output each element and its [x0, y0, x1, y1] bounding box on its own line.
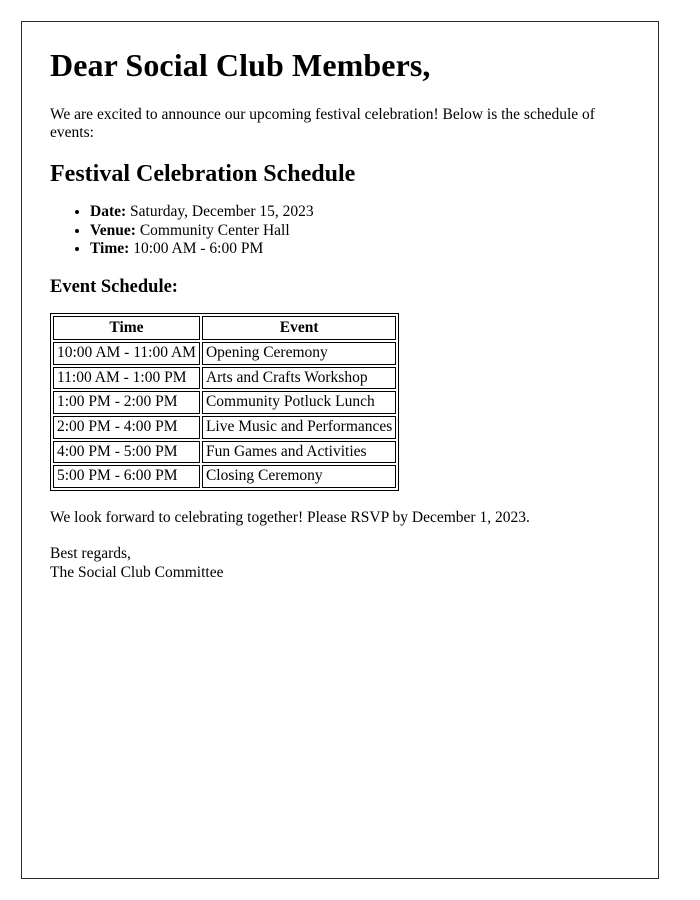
cell-time: 10:00 AM - 11:00 AM — [53, 342, 200, 365]
signoff-line: Best regards, — [50, 545, 131, 563]
table-header-row: Time Event — [53, 315, 397, 341]
table-body: 10:00 AM - 11:00 AM Opening Ceremony 11:… — [53, 342, 397, 488]
list-item: Date: Saturday, December 15, 2023 — [90, 203, 630, 222]
signature-line: The Social Club Committee — [50, 564, 224, 582]
event-details-list: Date: Saturday, December 15, 2023 Venue:… — [50, 203, 630, 260]
cell-time: 11:00 AM - 1:00 PM — [53, 366, 200, 390]
cell-event: Arts and Crafts Workshop — [201, 366, 397, 390]
intro-paragraph: We are excited to announce our upcoming … — [50, 105, 595, 142]
cell-time: 5:00 PM - 6:00 PM — [53, 465, 200, 488]
cell-event: Live Music and Performances — [201, 415, 397, 439]
list-item: Time: 10:00 AM - 6:00 PM — [90, 240, 630, 259]
cell-event: Fun Games and Activities — [201, 440, 397, 464]
list-item: Venue: Community Center Hall — [90, 222, 630, 241]
closing-paragraph: We look forward to celebrating together!… — [50, 508, 530, 526]
detail-label-time: Time: — [90, 240, 130, 258]
subsection-heading-event-schedule: Event Schedule: — [50, 277, 178, 298]
table-row: 5:00 PM - 6:00 PM Closing Ceremony — [53, 465, 397, 488]
table-row: 4:00 PM - 5:00 PM Fun Games and Activiti… — [53, 440, 397, 464]
event-schedule-table: Time Event 10:00 AM - 11:00 AM Opening C… — [50, 312, 400, 491]
page-title: Dear Social Club Members, — [50, 47, 431, 83]
detail-value-time: 10:00 AM - 6:00 PM — [129, 240, 264, 258]
cell-time: 2:00 PM - 4:00 PM — [53, 415, 200, 439]
table-row: 2:00 PM - 4:00 PM Live Music and Perform… — [53, 415, 397, 439]
detail-label-venue: Venue: — [90, 221, 136, 239]
table-header: Time Event — [53, 315, 397, 341]
detail-label-date: Date: — [90, 202, 127, 220]
document-body: Dear Social Club Members, We are excited… — [22, 22, 658, 583]
cell-event: Community Potluck Lunch — [201, 391, 397, 414]
cell-time: 1:00 PM - 2:00 PM — [53, 391, 200, 414]
cell-time: 4:00 PM - 5:00 PM — [53, 440, 200, 464]
table-row: 1:00 PM - 2:00 PM Community Potluck Lunc… — [53, 391, 397, 414]
cell-event: Closing Ceremony — [201, 465, 397, 488]
document-page-frame: Dear Social Club Members, We are excited… — [21, 21, 659, 879]
table-row: 11:00 AM - 1:00 PM Arts and Crafts Works… — [53, 366, 397, 390]
column-header-time: Time — [53, 315, 200, 341]
section-heading-festival-schedule: Festival Celebration Schedule — [50, 161, 356, 188]
column-header-event: Event — [201, 315, 397, 341]
detail-value-date: Saturday, December 15, 2023 — [126, 202, 314, 220]
detail-value-venue: Community Center Hall — [135, 221, 290, 239]
cell-event: Opening Ceremony — [201, 342, 397, 365]
table-row: 10:00 AM - 11:00 AM Opening Ceremony — [53, 342, 397, 365]
signature-block: Best regards, The Social Club Committee — [50, 545, 630, 583]
